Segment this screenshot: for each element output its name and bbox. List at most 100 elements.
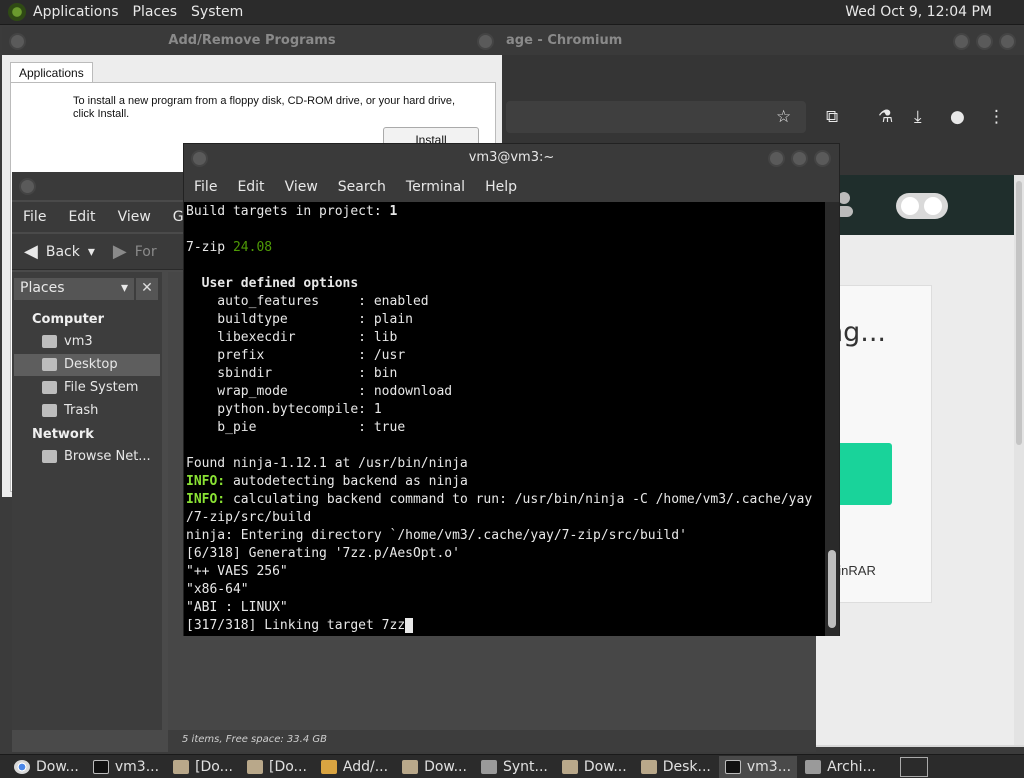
- task-archive-manager[interactable]: Archi...: [799, 756, 882, 778]
- terminal-line: wrap_mode : nodownload: [186, 384, 453, 399]
- sidebar-item-trash[interactable]: Trash: [14, 400, 160, 422]
- folder-icon: [561, 759, 578, 774]
- window-menu-button[interactable]: [19, 178, 36, 195]
- theme-toggle[interactable]: [896, 193, 948, 219]
- scrollbar-thumb[interactable]: [828, 550, 836, 628]
- synaptic-icon: [480, 759, 497, 774]
- terminal-titlebar[interactable]: vm3@vm3:~: [184, 144, 839, 172]
- terminal-output[interactable]: Build targets in project: 1 7-zip 24.08 …: [184, 202, 826, 636]
- labs-flask-icon[interactable]: ⚗: [878, 107, 893, 127]
- minimize-button[interactable]: [953, 33, 970, 50]
- bookmark-star-icon[interactable]: ☆: [776, 107, 791, 127]
- minimize-button[interactable]: [768, 150, 785, 167]
- system-menu[interactable]: System: [184, 4, 250, 20]
- page-scrollbar[interactable]: [1014, 175, 1024, 745]
- download-icon[interactable]: ⤓: [914, 107, 922, 127]
- menu-help[interactable]: Help: [475, 179, 527, 195]
- task-desktop[interactable]: Desk...: [635, 756, 717, 778]
- menu-view[interactable]: View: [275, 179, 328, 195]
- close-sidebar-button[interactable]: ✕: [136, 278, 158, 300]
- sidebar-item-vm3[interactable]: vm3: [14, 331, 160, 353]
- taskbar: Dow... vm3... [Do... [Do... Add/... Dow.…: [0, 754, 1024, 778]
- folder-icon: [173, 759, 190, 774]
- places-dropdown[interactable]: Places ▾: [14, 278, 134, 300]
- terminal-line: /7-zip/src/build: [186, 510, 312, 525]
- close-button[interactable]: [814, 150, 831, 167]
- places-sidebar: Places ▾ ✕ Computer vm3 Desktop File Sys…: [12, 272, 162, 730]
- trash-icon: [42, 404, 57, 417]
- terminal-menubar: File Edit View Search Terminal Help: [184, 172, 839, 202]
- distro-logo-icon[interactable]: [8, 3, 26, 21]
- folder-icon: [640, 759, 657, 774]
- add-remove-title: Add/Remove Programs: [168, 33, 336, 48]
- tab-applications[interactable]: Applications: [10, 62, 93, 83]
- back-history-dropdown-icon[interactable]: ▾: [88, 244, 95, 260]
- terminal-line: prefix : /usr: [186, 348, 406, 363]
- archive-icon: [805, 759, 822, 774]
- forward-label: For: [134, 243, 157, 260]
- top-panel: Applications Places System Wed Oct 9, 12…: [0, 0, 1024, 25]
- extensions-icon[interactable]: ⧉: [826, 107, 838, 127]
- show-desktop-icon[interactable]: [900, 757, 928, 777]
- close-button[interactable]: [477, 33, 494, 50]
- menu-file[interactable]: File: [184, 179, 227, 195]
- terminal-line: Build targets in project: 1: [186, 204, 398, 219]
- terminal-icon: [92, 759, 109, 774]
- terminal-title: vm3@vm3:~: [468, 150, 555, 165]
- address-bar[interactable]: [506, 101, 806, 133]
- back-button[interactable]: ◀ Back ▾: [24, 241, 95, 262]
- task-downloads-1[interactable]: Dow...: [396, 756, 473, 778]
- menu-kebab-icon[interactable]: ⋮: [988, 107, 1005, 127]
- menu-file[interactable]: File: [12, 209, 57, 225]
- forward-arrow-icon: ▶: [112, 241, 127, 262]
- task-terminal-2[interactable]: vm3...: [718, 755, 798, 778]
- task-folder-1[interactable]: [Do...: [167, 756, 239, 778]
- menu-edit[interactable]: Edit: [227, 179, 274, 195]
- sidebar-item-browse-network[interactable]: Browse Net...: [14, 446, 160, 468]
- section-network: Network: [32, 427, 94, 442]
- profile-icon[interactable]: ●: [950, 107, 965, 127]
- maximize-button[interactable]: [791, 150, 808, 167]
- menu-terminal[interactable]: Terminal: [396, 179, 475, 195]
- section-computer: Computer: [32, 312, 105, 327]
- task-terminal-1[interactable]: vm3...: [87, 756, 165, 778]
- menu-edit[interactable]: Edit: [57, 209, 106, 225]
- terminal-line: python.bytecompile: 1: [186, 402, 382, 417]
- task-chromium[interactable]: Dow...: [8, 756, 85, 778]
- status-bar: 5 items, Free space: 33.4 GB: [168, 730, 816, 752]
- close-button[interactable]: [999, 33, 1016, 50]
- terminal-icon: [724, 759, 741, 774]
- terminal-line: [6/318] Generating '7zz.p/AesOpt.o': [186, 546, 460, 561]
- chromium-title: age - Chromium: [506, 33, 623, 48]
- menu-view[interactable]: View: [107, 209, 162, 225]
- network-icon: [42, 450, 57, 463]
- home-folder-icon: [42, 335, 57, 348]
- web-page: ng... WinRAR: [816, 175, 1024, 745]
- menu-search[interactable]: Search: [328, 179, 396, 195]
- task-downloads-2[interactable]: Dow...: [556, 756, 633, 778]
- back-arrow-icon: ◀: [24, 241, 38, 262]
- forward-button[interactable]: ▶ For: [113, 241, 157, 262]
- sidebar-item-filesystem[interactable]: File System: [14, 377, 160, 399]
- terminal-line: ninja: Entering directory `/home/vm3/.ca…: [186, 528, 687, 543]
- terminal-line: libexecdir : lib: [186, 330, 398, 345]
- maximize-button[interactable]: [976, 33, 993, 50]
- terminal-line: buildtype : plain: [186, 312, 413, 327]
- folder-icon: [246, 759, 263, 774]
- task-folder-2[interactable]: [Do...: [241, 756, 313, 778]
- terminal-scrollbar[interactable]: [825, 202, 839, 636]
- chromium-icon: [14, 759, 30, 774]
- terminal-line: INFO: autodetecting backend as ninja: [186, 474, 468, 489]
- task-synaptic[interactable]: Synt...: [475, 756, 554, 778]
- chromium-titlebar[interactable]: age - Chromium: [476, 27, 1024, 55]
- task-add-remove[interactable]: Add/...: [315, 756, 394, 778]
- terminal-line: 7-zip 24.08: [186, 240, 273, 255]
- panel-clock[interactable]: Wed Oct 9, 12:04 PM: [845, 4, 992, 20]
- applications-menu[interactable]: Applications: [26, 4, 126, 20]
- terminal-line: auto_features : enabled: [186, 294, 429, 309]
- places-menu[interactable]: Places: [126, 4, 185, 20]
- sidebar-item-desktop[interactable]: Desktop: [14, 354, 160, 376]
- terminal-line: "x86-64": [186, 582, 249, 597]
- terminal-line: "ABI : LINUX": [186, 600, 288, 615]
- add-remove-titlebar[interactable]: Add/Remove Programs: [2, 27, 502, 55]
